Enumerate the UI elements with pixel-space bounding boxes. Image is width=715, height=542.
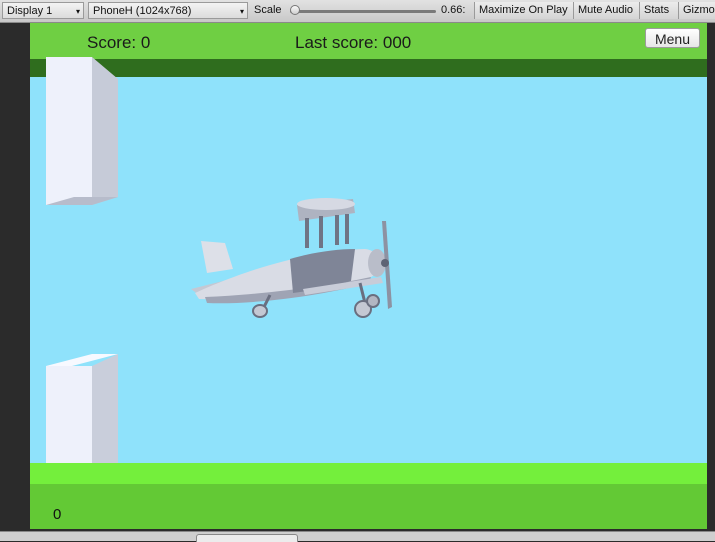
mute-audio-button[interactable]: Mute Audio	[573, 2, 639, 19]
chevron-updown-icon: ▾	[75, 7, 80, 16]
scale-slider-track[interactable]	[290, 10, 436, 13]
ground-base	[30, 484, 707, 529]
resolution-dropdown[interactable]: PhoneH (1024x768) ▾	[88, 2, 248, 19]
display-dropdown-label: Display 1	[7, 5, 53, 17]
score-label: Score: 0	[87, 33, 151, 52]
slider-thumb-icon[interactable]	[289, 5, 300, 15]
resolution-dropdown-label: PhoneH (1024x768)	[93, 5, 192, 17]
chevron-updown-icon: ▾	[239, 7, 244, 16]
upper-pipe-front	[46, 57, 92, 205]
display-dropdown[interactable]: Display 1 ▾	[2, 2, 84, 19]
game-view-toolbar: Display 1 ▾ PhoneH (1024x768) ▾ Scale 0.…	[0, 0, 715, 23]
upper-pipe-obstacle	[46, 57, 118, 205]
maximize-on-play-button[interactable]: Maximize On Play	[474, 2, 573, 19]
editor-tab[interactable]	[196, 534, 298, 542]
scale-value: 0.66:	[441, 4, 466, 16]
menu-button[interactable]: Menu	[645, 28, 700, 48]
stats-button[interactable]: Stats	[639, 2, 678, 19]
biplane-player	[191, 198, 392, 318]
bottom-counter: 0	[53, 506, 62, 523]
last-score-label: Last score: 000	[295, 33, 412, 52]
scale-label: Scale	[254, 4, 282, 16]
upper-pipe-side	[92, 57, 118, 205]
viewport-right-border	[707, 23, 715, 529]
ground-grass	[30, 463, 707, 484]
score-bar-shadow	[30, 59, 707, 77]
gizmos-button[interactable]: Gizmo	[678, 2, 715, 19]
game-viewport: Score: 0 Last score: 000 Menu 0	[30, 23, 707, 529]
